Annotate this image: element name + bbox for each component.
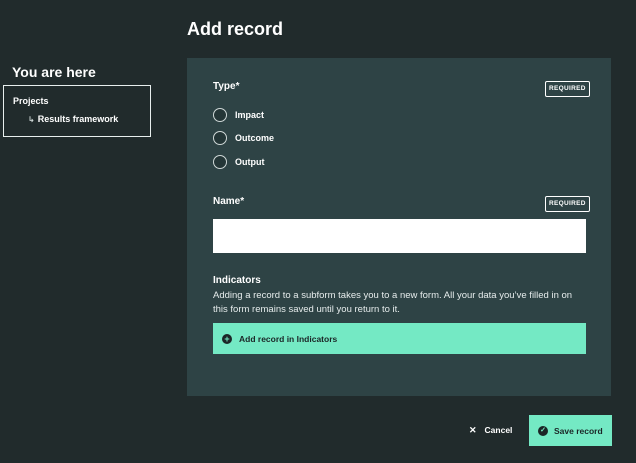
name-field[interactable]: [213, 219, 586, 253]
radio-button-impact[interactable]: [213, 108, 227, 122]
indicators-help-text: Adding a record to a subform takes you t…: [213, 290, 573, 315]
page: You are here Projects ↳ Results framewor…: [0, 0, 636, 463]
check-icon: ✓: [538, 425, 548, 436]
breadcrumb-projects[interactable]: Projects: [13, 96, 49, 106]
save-record-button[interactable]: ✓ Save record: [529, 415, 612, 446]
plus-icon: +: [222, 333, 232, 344]
name-required-badge: REQUIRED: [545, 196, 590, 212]
type-option-impact[interactable]: Impact: [213, 107, 264, 123]
close-icon: ✕: [469, 424, 477, 435]
record-form: Type* REQUIRED Impact Outcome Output Nam…: [187, 58, 611, 396]
type-option-outcome[interactable]: Outcome: [213, 130, 274, 146]
type-option-label: Output: [235, 157, 265, 167]
type-label: Type*: [213, 81, 240, 92]
type-option-label: Outcome: [235, 133, 275, 143]
breadcrumb-results-framework[interactable]: ↳ Results framework: [28, 114, 118, 124]
radio-button-output[interactable]: [213, 155, 227, 169]
cancel-label: Cancel: [484, 425, 513, 435]
indicators-label: Indicators: [213, 275, 261, 286]
type-option-output[interactable]: Output: [213, 154, 265, 170]
page-title: Add record: [187, 19, 284, 39]
add-record-in-indicators-label: Add record in Indicators: [239, 333, 338, 344]
add-record-in-indicators-button[interactable]: + Add record in Indicators: [213, 323, 586, 354]
name-label: Name*: [213, 196, 245, 207]
you-are-here-heading: You are here: [12, 64, 96, 80]
type-required-badge: REQUIRED: [545, 81, 590, 97]
return-arrow-icon: ↳: [28, 114, 35, 124]
radio-button-outcome[interactable]: [213, 131, 227, 145]
type-option-label: Impact: [235, 110, 265, 120]
save-record-label: Save record: [554, 425, 603, 436]
breadcrumb: Projects ↳ Results framework: [3, 85, 151, 137]
breadcrumb-results-framework-label: Results framework: [37, 114, 119, 124]
cancel-button[interactable]: ✕ Cancel: [469, 422, 512, 438]
